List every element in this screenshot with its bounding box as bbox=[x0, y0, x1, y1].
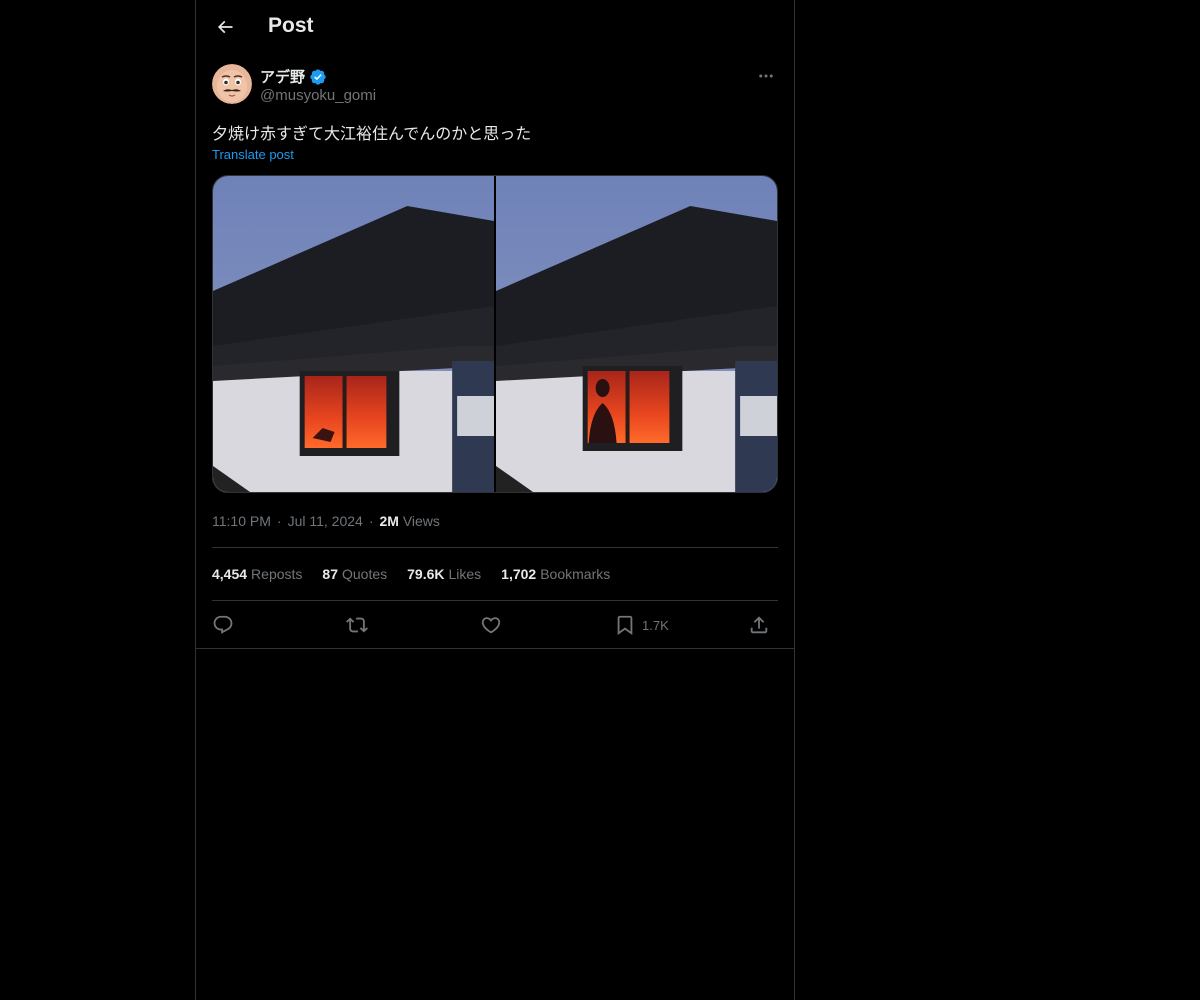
stat-label: Reposts bbox=[251, 566, 303, 582]
name-row: アデ野 bbox=[260, 66, 327, 87]
stat-quotes[interactable]: 87 Quotes bbox=[322, 566, 387, 582]
action-bar: 1.7K bbox=[212, 610, 778, 640]
stat-label: Likes bbox=[448, 566, 482, 582]
stat-bookmarks[interactable]: 1,702 Bookmarks bbox=[501, 566, 610, 582]
post-time[interactable]: 11:10 PM bbox=[212, 513, 271, 529]
bookmark-count: 1.7K bbox=[642, 617, 669, 633]
reply-button[interactable] bbox=[212, 610, 234, 640]
divider bbox=[212, 547, 778, 548]
bookmark-icon bbox=[617, 615, 633, 636]
divider bbox=[196, 648, 794, 649]
meta-separator: · bbox=[276, 513, 282, 529]
more-button[interactable] bbox=[754, 64, 778, 88]
views-label: Views bbox=[402, 513, 440, 529]
avatar[interactable] bbox=[212, 64, 252, 104]
post-meta: 11:10 PM · Jul 11, 2024 · 2M Views bbox=[212, 513, 440, 529]
post-text: 夕焼け赤すぎて大江裕住んでんのかと思った bbox=[212, 124, 532, 143]
divider bbox=[212, 600, 778, 601]
author-block: アデ野 @musyoku_gomi bbox=[212, 64, 778, 108]
views-count: 2M bbox=[379, 513, 399, 529]
stat-label: Quotes bbox=[341, 566, 388, 582]
like-button[interactable] bbox=[480, 610, 502, 640]
more-icon bbox=[759, 74, 773, 78]
reply-icon bbox=[213, 615, 233, 634]
back-button[interactable] bbox=[208, 10, 242, 44]
translate-link[interactable]: Translate post bbox=[212, 147, 294, 162]
post-column: Post アデ野 @musyoku_gomi 夕焼け赤すぎて大江裕住んでんのかと… bbox=[195, 0, 795, 1000]
header: Post bbox=[196, 0, 794, 53]
verified-badge-icon bbox=[310, 68, 326, 85]
stat-label: Bookmarks bbox=[540, 566, 611, 582]
post-date[interactable]: Jul 11, 2024 bbox=[288, 513, 363, 529]
share-icon bbox=[750, 616, 768, 634]
stat-count: 79.6K bbox=[407, 566, 445, 582]
stat-count: 1,702 bbox=[501, 566, 537, 582]
views[interactable]: 2M Views bbox=[379, 513, 439, 529]
media-grid bbox=[212, 175, 778, 493]
stat-count: 87 bbox=[322, 566, 338, 582]
back-arrow-icon bbox=[217, 20, 233, 34]
photo-2[interactable] bbox=[496, 176, 777, 492]
handle[interactable]: @musyoku_gomi bbox=[260, 87, 376, 104]
page-title: Post bbox=[268, 14, 314, 37]
bookmark-button[interactable]: 1.7K bbox=[614, 610, 669, 640]
repost-icon bbox=[346, 617, 368, 633]
meta-separator: · bbox=[368, 513, 374, 529]
share-button[interactable] bbox=[748, 610, 770, 640]
photo-1[interactable] bbox=[213, 176, 494, 492]
stat-count: 4,454 bbox=[212, 566, 248, 582]
repost-button[interactable] bbox=[346, 610, 368, 640]
like-icon bbox=[481, 617, 501, 634]
stat-likes[interactable]: 79.6K Likes bbox=[407, 566, 481, 582]
engagement-stats: 4,454 Reposts 87 Quotes 79.6K Likes 1,70… bbox=[212, 566, 610, 582]
stat-reposts[interactable]: 4,454 Reposts bbox=[212, 566, 302, 582]
display-name[interactable]: アデ野 bbox=[260, 66, 305, 87]
